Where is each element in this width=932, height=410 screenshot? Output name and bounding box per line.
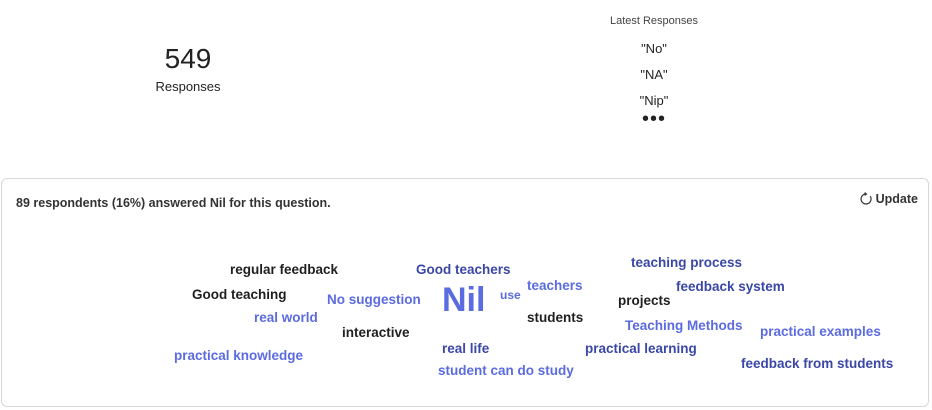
word-cloud-word: student can do study: [438, 363, 574, 378]
word-cloud-word: Good teaching: [192, 287, 287, 302]
word-cloud-word: interactive: [342, 325, 410, 340]
more-responses-icon[interactable]: •••: [594, 109, 714, 129]
response-count-label: Responses: [155, 79, 221, 94]
word-cloud-word: practical knowledge: [174, 348, 304, 363]
latest-responses-list: "No" "NA" "Nip": [594, 36, 714, 114]
word-cloud-word: real life: [442, 341, 490, 356]
word-cloud-word: Good teachers: [416, 262, 511, 277]
word-cloud-word: regular feedback: [230, 262, 339, 277]
word-cloud-word: real world: [254, 310, 318, 325]
word-cloud-word: projects: [618, 293, 671, 308]
word-cloud-word: students: [527, 310, 584, 325]
word-cloud-word: feedback system: [676, 279, 785, 294]
word-cloud-word: use: [500, 288, 521, 302]
word-cloud-card: 89 respondents (16%) answered Nil for th…: [1, 178, 929, 407]
latest-responses: Latest Responses "No" "NA" "Nip" •••: [594, 14, 714, 129]
word-cloud: regular feedback Good teachers teaching …: [2, 179, 928, 406]
latest-responses-title: Latest Responses: [609, 15, 699, 27]
word-cloud-word: feedback from students: [741, 356, 894, 371]
word-cloud-word: practical learning: [585, 341, 697, 356]
latest-response-item: "No": [641, 41, 667, 56]
word-cloud-word: teaching process: [631, 255, 743, 270]
response-count: 549: [164, 43, 212, 74]
word-cloud-word: teachers: [527, 278, 583, 293]
word-cloud-word: Nil: [442, 281, 486, 319]
word-cloud-word: Teaching Methods: [625, 318, 743, 333]
latest-response-item: "NA": [640, 67, 668, 82]
word-cloud-word: No suggestion: [327, 292, 421, 307]
word-cloud-word: practical examples: [760, 324, 881, 339]
response-count-block: 549 Responses: [138, 42, 238, 96]
response-summary: 549 Responses Latest Responses "No" "NA"…: [0, 0, 932, 175]
